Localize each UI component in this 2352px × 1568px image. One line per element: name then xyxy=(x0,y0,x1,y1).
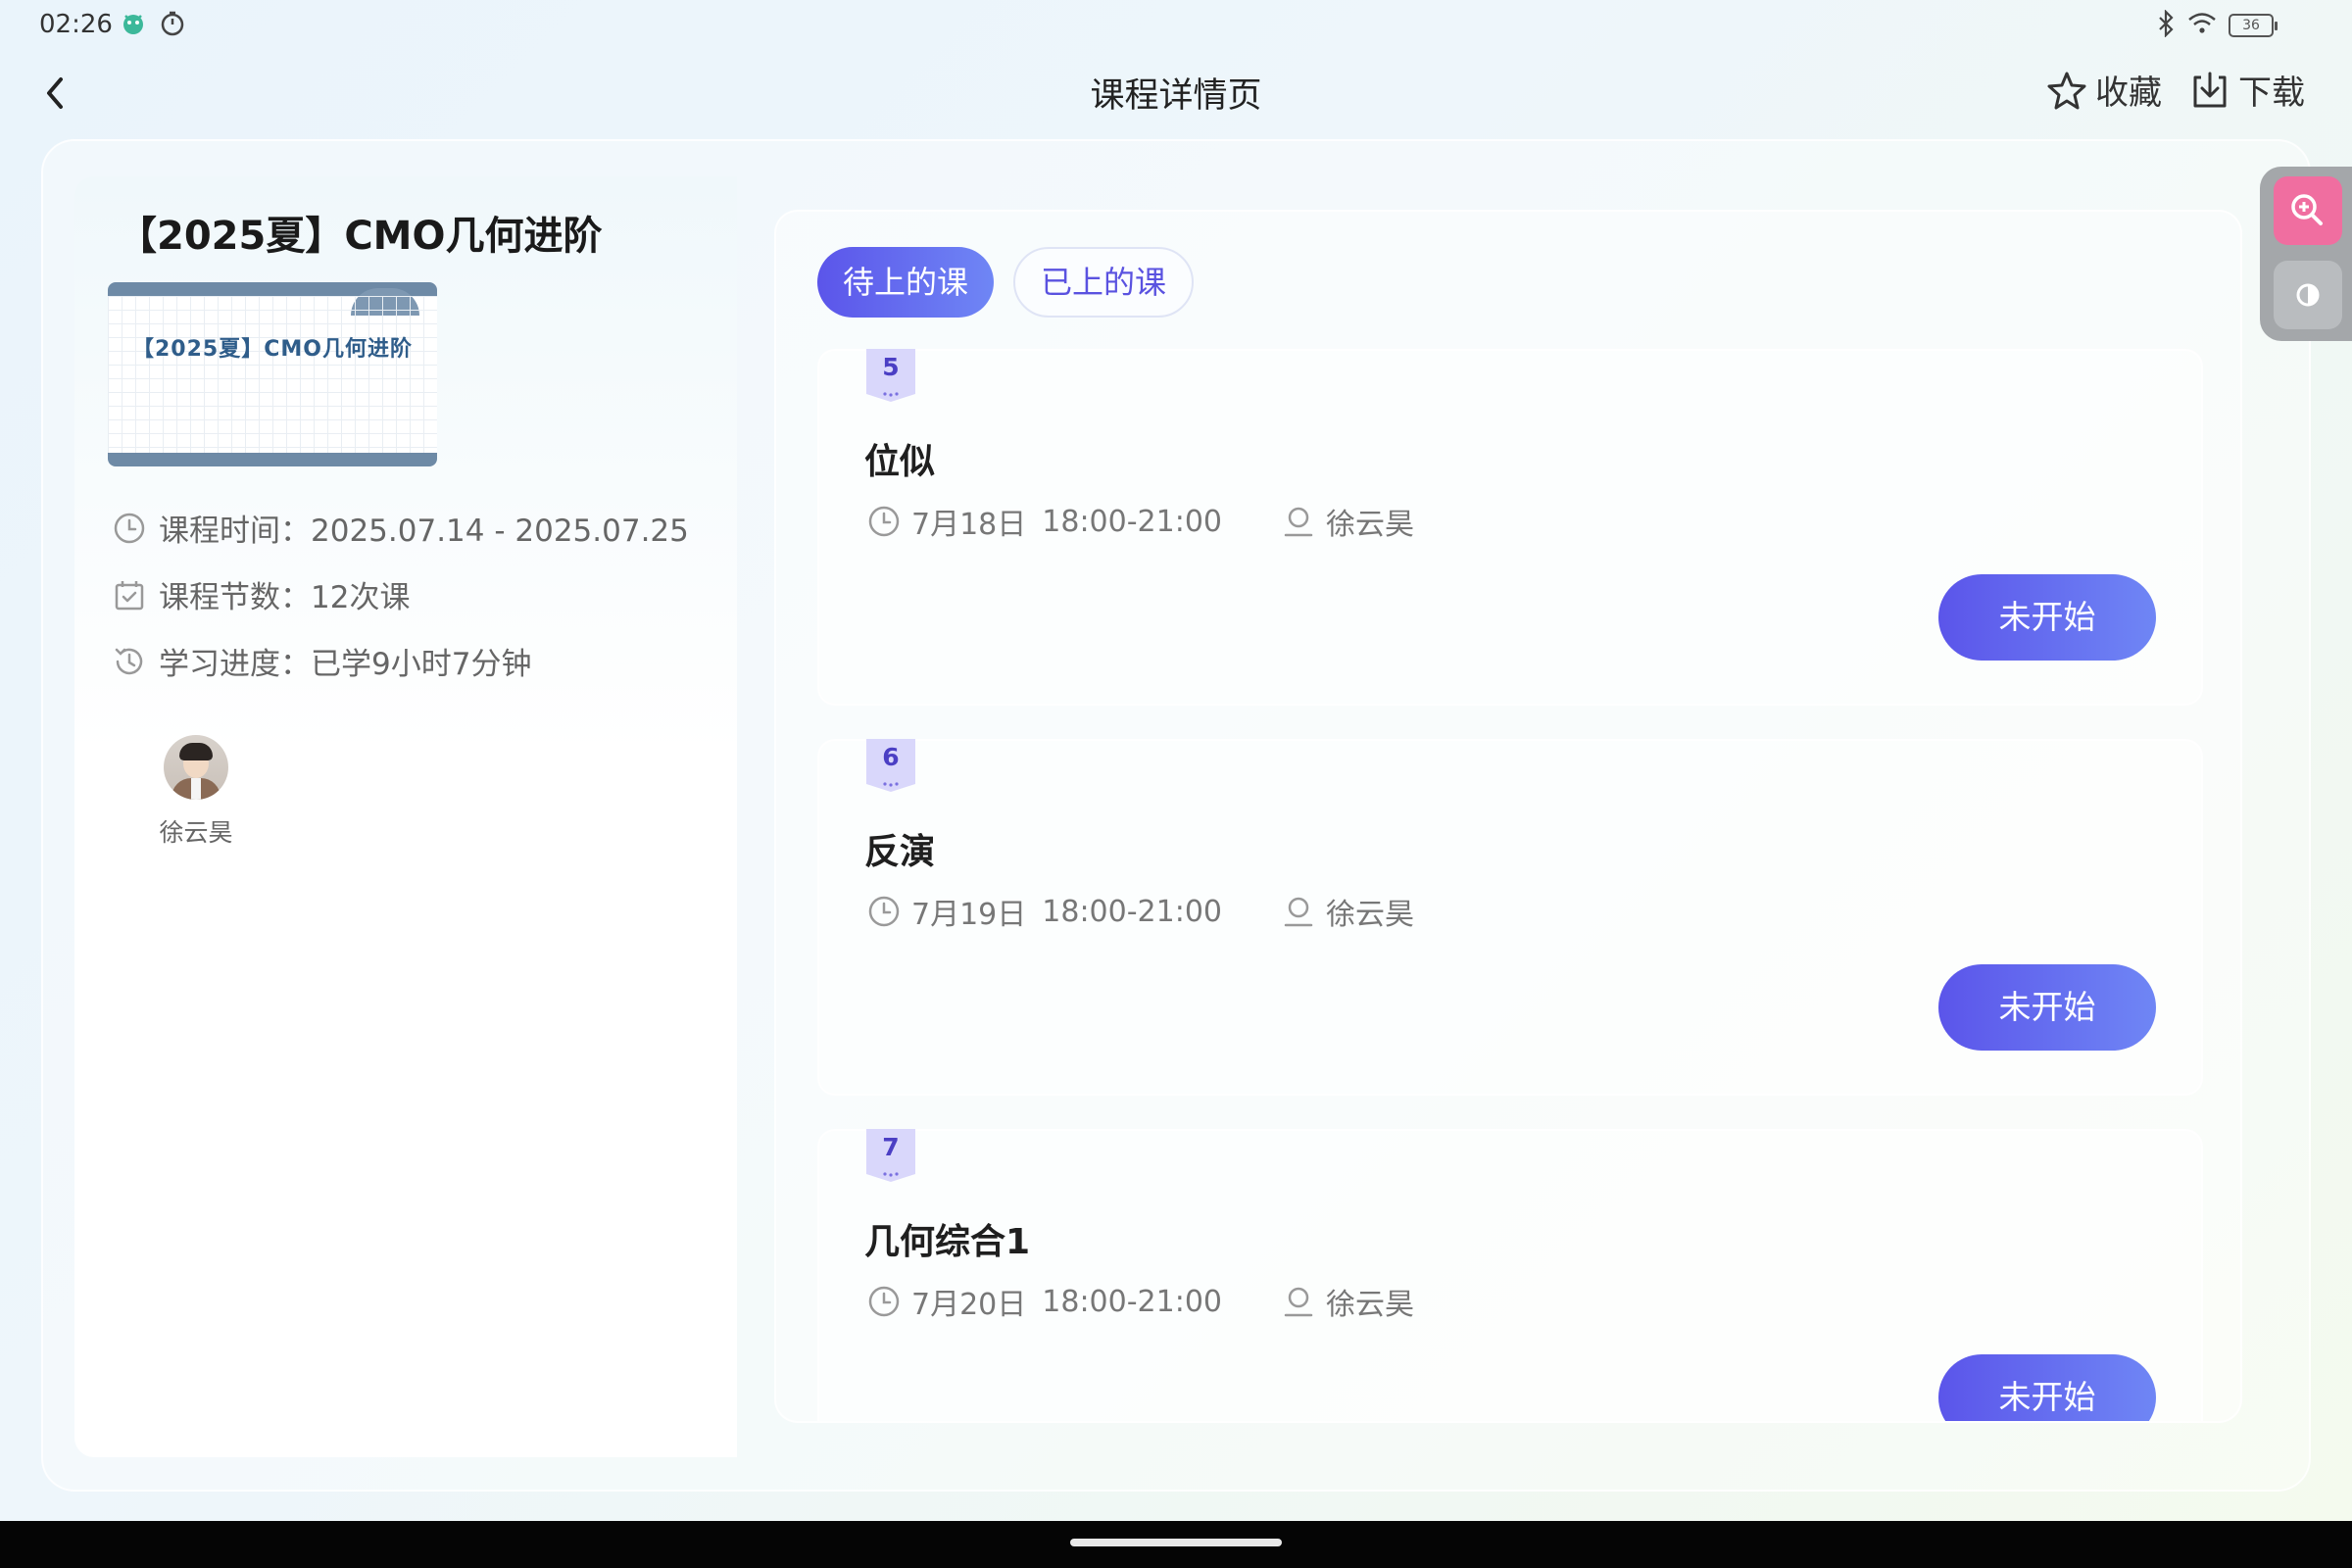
lesson-status-button[interactable]: 未开始 xyxy=(1938,964,2156,1051)
course-info-panel: 【2025夏】CMO几何进阶 【2025夏】CMO几何进阶 课程时间：2025.… xyxy=(74,176,737,1457)
course-progress-value: 已学9小时7分钟 xyxy=(311,647,532,682)
status-time: 02:26 xyxy=(39,10,113,39)
lesson-number: 7 xyxy=(882,1133,900,1161)
clock-icon xyxy=(868,1286,900,1317)
timer-icon xyxy=(159,10,186,37)
lesson-teacher: 徐云昊 xyxy=(1326,898,1415,932)
course-progress-label: 学习进度： xyxy=(159,647,311,682)
lesson-number: 5 xyxy=(882,353,900,381)
lesson-card[interactable]: 5 位似 7月18日 18:00-21:00 徐云昊 未开始 xyxy=(817,349,2203,706)
contrast-icon xyxy=(2296,283,2320,307)
favorite-button[interactable]: 收藏 xyxy=(2046,66,2162,114)
download-label: 下载 xyxy=(2238,74,2305,113)
contrast-button[interactable] xyxy=(2274,261,2342,329)
lesson-time: 18:00-21:00 xyxy=(1042,504,1223,539)
app-header: 课程详情页 收藏 下载 xyxy=(0,54,2352,132)
lesson-tabs: 待上的课 已上的课 xyxy=(817,247,1195,318)
teacher-card[interactable]: 徐云昊 xyxy=(147,735,245,849)
course-time-value: 2025.07.14 - 2025.07.25 xyxy=(311,514,689,549)
zoom-in-icon xyxy=(2291,194,2323,225)
lesson-title: 位似 xyxy=(864,442,936,482)
system-nav-bar xyxy=(0,1521,2352,1568)
lessons-panel: 待上的课 已上的课 5 位似 7月18日 18:00-21:00 徐云昊 未开始… xyxy=(774,210,2242,1423)
course-count-row: 课程节数：12次课 xyxy=(112,572,410,616)
lesson-number: 6 xyxy=(882,743,900,771)
favorite-label: 收藏 xyxy=(2095,74,2162,113)
lesson-teacher: 徐云昊 xyxy=(1326,508,1415,542)
page-title: 课程详情页 xyxy=(1090,76,1262,116)
bluetooth-icon xyxy=(2156,9,2176,41)
clock-icon xyxy=(868,506,900,537)
course-time-row: 课程时间：2025.07.14 - 2025.07.25 xyxy=(112,506,689,550)
download-button[interactable]: 下载 xyxy=(2189,66,2305,114)
course-count-value: 12次课 xyxy=(311,580,411,615)
user-icon xyxy=(1284,1287,1313,1317)
download-icon xyxy=(2193,72,2227,107)
lesson-teacher: 徐云昊 xyxy=(1326,1288,1415,1322)
lesson-meta: 7月18日 18:00-21:00 徐云昊 xyxy=(866,500,1414,543)
lesson-meta: 7月20日 18:00-21:00 徐云昊 xyxy=(866,1280,1414,1323)
course-progress-row: 学习进度：已学9小时7分钟 xyxy=(112,639,531,683)
lesson-number-badge: 6 xyxy=(866,739,915,794)
calendar-check-icon xyxy=(115,580,144,610)
star-icon xyxy=(2047,72,2086,109)
floating-toolbar xyxy=(2260,167,2352,341)
lesson-date: 7月20日 xyxy=(911,1288,1027,1322)
lesson-number-badge: 5 xyxy=(866,349,915,404)
app-notification-icon xyxy=(120,10,147,37)
user-icon xyxy=(1284,897,1313,927)
lesson-title: 几何综合1 xyxy=(864,1222,1031,1262)
lesson-date: 7月18日 xyxy=(911,508,1027,542)
history-icon xyxy=(115,648,143,674)
lesson-time: 18:00-21:00 xyxy=(1042,1284,1223,1319)
lesson-number-badge: 7 xyxy=(866,1129,915,1184)
lesson-card[interactable]: 6 反演 7月19日 18:00-21:00 徐云昊 未开始 xyxy=(817,739,2203,1096)
course-cover-image: 【2025夏】CMO几何进阶 xyxy=(108,282,437,466)
clock-icon xyxy=(114,513,145,543)
lesson-date: 7月19日 xyxy=(911,898,1027,932)
battery-icon: 36 xyxy=(2229,14,2278,37)
tab-completed[interactable]: 已上的课 xyxy=(1013,247,1195,318)
zoom-button[interactable] xyxy=(2274,176,2342,245)
lesson-card[interactable]: 7 几何综合1 7月20日 18:00-21:00 徐云昊 未开始 xyxy=(817,1129,2203,1421)
teacher-name: 徐云昊 xyxy=(159,818,233,847)
lesson-meta: 7月19日 18:00-21:00 徐云昊 xyxy=(866,890,1414,933)
wifi-icon xyxy=(2187,11,2217,40)
home-gesture-handle[interactable] xyxy=(1070,1539,1282,1546)
course-title: 【2025夏】CMO几何进阶 xyxy=(118,214,603,259)
status-bar: 02:26 36 xyxy=(0,0,2352,49)
course-time-label: 课程时间： xyxy=(159,514,311,549)
lesson-status-button[interactable]: 未开始 xyxy=(1938,1354,2156,1421)
course-count-label: 课程节数： xyxy=(159,580,311,615)
tab-upcoming[interactable]: 待上的课 xyxy=(817,247,995,318)
lesson-time: 18:00-21:00 xyxy=(1042,894,1223,929)
teacher-avatar xyxy=(164,735,228,800)
lesson-status-button[interactable]: 未开始 xyxy=(1938,574,2156,661)
clock-icon xyxy=(868,896,900,927)
user-icon xyxy=(1284,507,1313,537)
cover-text: 【2025夏】CMO几何进阶 xyxy=(132,337,413,362)
lesson-title: 反演 xyxy=(864,832,936,872)
